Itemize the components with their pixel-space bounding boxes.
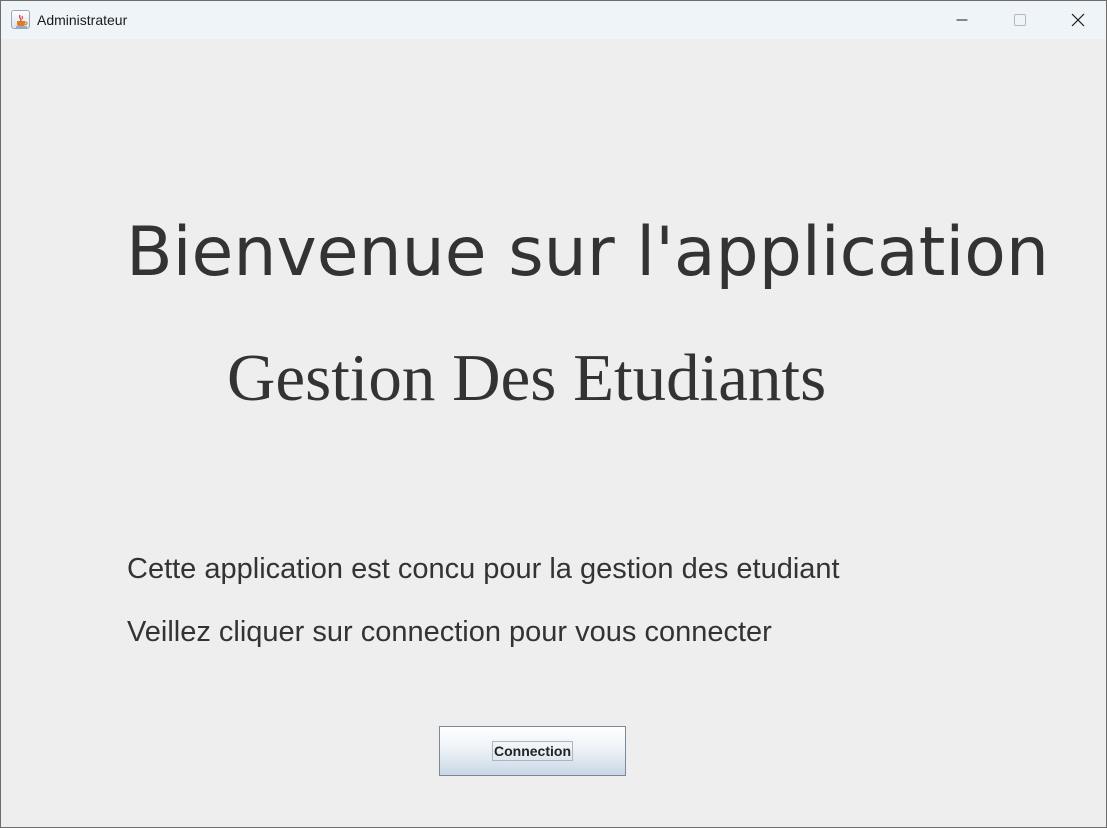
description-line-2: Veillez cliquer sur connection pour vous…: [127, 616, 772, 648]
minimize-icon: [956, 19, 968, 21]
welcome-heading: Bienvenue sur l'application: [126, 213, 1049, 292]
application-window: Administrateur Bienvenue sur l'applicati…: [0, 0, 1107, 828]
minimize-button[interactable]: [933, 1, 991, 39]
connection-button-label: Connection: [492, 741, 573, 761]
app-name-heading: Gestion Des Etudiants: [227, 341, 827, 415]
description-line-1: Cette application est concu pour la gest…: [127, 553, 840, 585]
maximize-icon: [1014, 14, 1026, 26]
close-icon: [1071, 13, 1085, 27]
close-button[interactable]: [1049, 1, 1107, 39]
title-bar[interactable]: Administrateur: [1, 1, 1106, 39]
maximize-button[interactable]: [991, 1, 1049, 39]
java-cup-icon[interactable]: [11, 10, 30, 29]
content-panel: Bienvenue sur l'application Gestion Des …: [1, 39, 1106, 827]
connection-button[interactable]: Connection: [439, 726, 626, 776]
window-title: Administrateur: [37, 12, 128, 28]
